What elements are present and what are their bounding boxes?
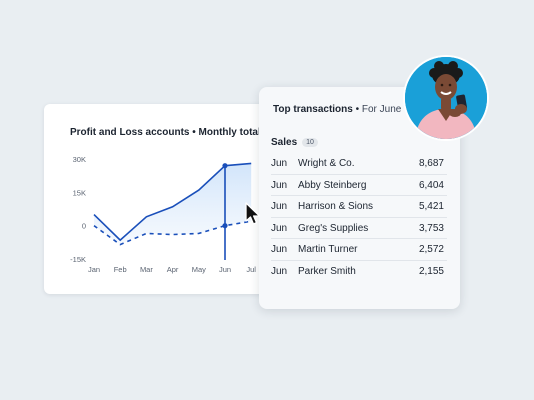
transactions-title-main: Top transactions <box>273 104 353 115</box>
y-tick-label: -15K <box>70 255 86 264</box>
transaction-amount: 3,753 <box>418 222 444 234</box>
transaction-row[interactable]: Jun Greg's Supplies 3,753 <box>271 218 447 239</box>
x-tick-label: Feb <box>114 265 127 274</box>
series-area-fill <box>94 163 252 245</box>
transaction-amount: 8,687 <box>418 158 444 169</box>
y-tick-label: 0 <box>82 222 86 231</box>
title-separator: • <box>352 104 362 115</box>
transaction-month: Jun <box>271 201 288 212</box>
transaction-row[interactable]: Jun Parker Smith 2,155 <box>271 261 447 282</box>
transaction-amount: 5,421 <box>418 201 444 212</box>
transaction-name: Abby Steinberg <box>298 179 367 191</box>
x-tick-label: Apr <box>167 265 179 274</box>
transaction-row[interactable]: Jun Harrison & Sions 5,421 <box>271 196 447 218</box>
transaction-month: Jun <box>271 222 288 234</box>
y-tick-label: 15K <box>73 188 86 197</box>
x-tick-label: Mar <box>140 265 153 274</box>
transaction-month: Jun <box>271 265 288 277</box>
transaction-row[interactable]: Jun Martin Turner 2,572 <box>271 239 447 261</box>
pnl-chart-card: Profit and Loss accounts • Monthly total… <box>44 104 294 294</box>
transaction-name: Greg's Supplies <box>298 222 369 234</box>
highlight-point-solid <box>222 163 228 169</box>
transaction-amount: 6,404 <box>418 179 444 191</box>
person-avatar-photo <box>405 57 487 139</box>
transaction-name: Wright & Co. <box>298 158 355 169</box>
transactions-list: Jun Wright & Co. 8,687 Jun Abby Steinber… <box>271 153 447 281</box>
y-tick-label: 30K <box>73 155 86 164</box>
x-tick-label: Jan <box>88 265 100 274</box>
sales-section-header[interactable]: Sales 10 <box>271 137 318 148</box>
sales-label: Sales <box>271 137 298 148</box>
transactions-title-sub: For June <box>361 104 402 115</box>
mouse-pointer-icon <box>245 202 261 225</box>
transaction-row[interactable]: Jun Abby Steinberg 6,404 <box>271 175 447 196</box>
transaction-name: Harrison & Sions <box>298 201 374 212</box>
transactions-title: Top transactions • For June <box>273 104 401 115</box>
x-tick-label: Jun <box>219 265 231 274</box>
pnl-line-chart[interactable]: 30K 15K 0 -15KJan Feb Mar Apr May Jun Jul <box>44 104 294 294</box>
transaction-month: Jun <box>271 244 288 255</box>
transaction-month: Jun <box>271 158 288 169</box>
transaction-month: Jun <box>271 179 288 191</box>
x-tick-label: Jul <box>246 265 256 274</box>
sales-count-badge: 10 <box>302 138 318 147</box>
transaction-name: Martin Turner <box>298 244 358 255</box>
transaction-amount: 2,155 <box>418 265 444 277</box>
transaction-name: Parker Smith <box>298 265 356 277</box>
highlight-point-dashed <box>222 223 228 229</box>
transaction-row[interactable]: Jun Wright & Co. 8,687 <box>271 153 447 175</box>
person-avatar <box>403 55 489 141</box>
transaction-amount: 2,572 <box>418 244 444 255</box>
x-tick-label: May <box>192 265 206 274</box>
